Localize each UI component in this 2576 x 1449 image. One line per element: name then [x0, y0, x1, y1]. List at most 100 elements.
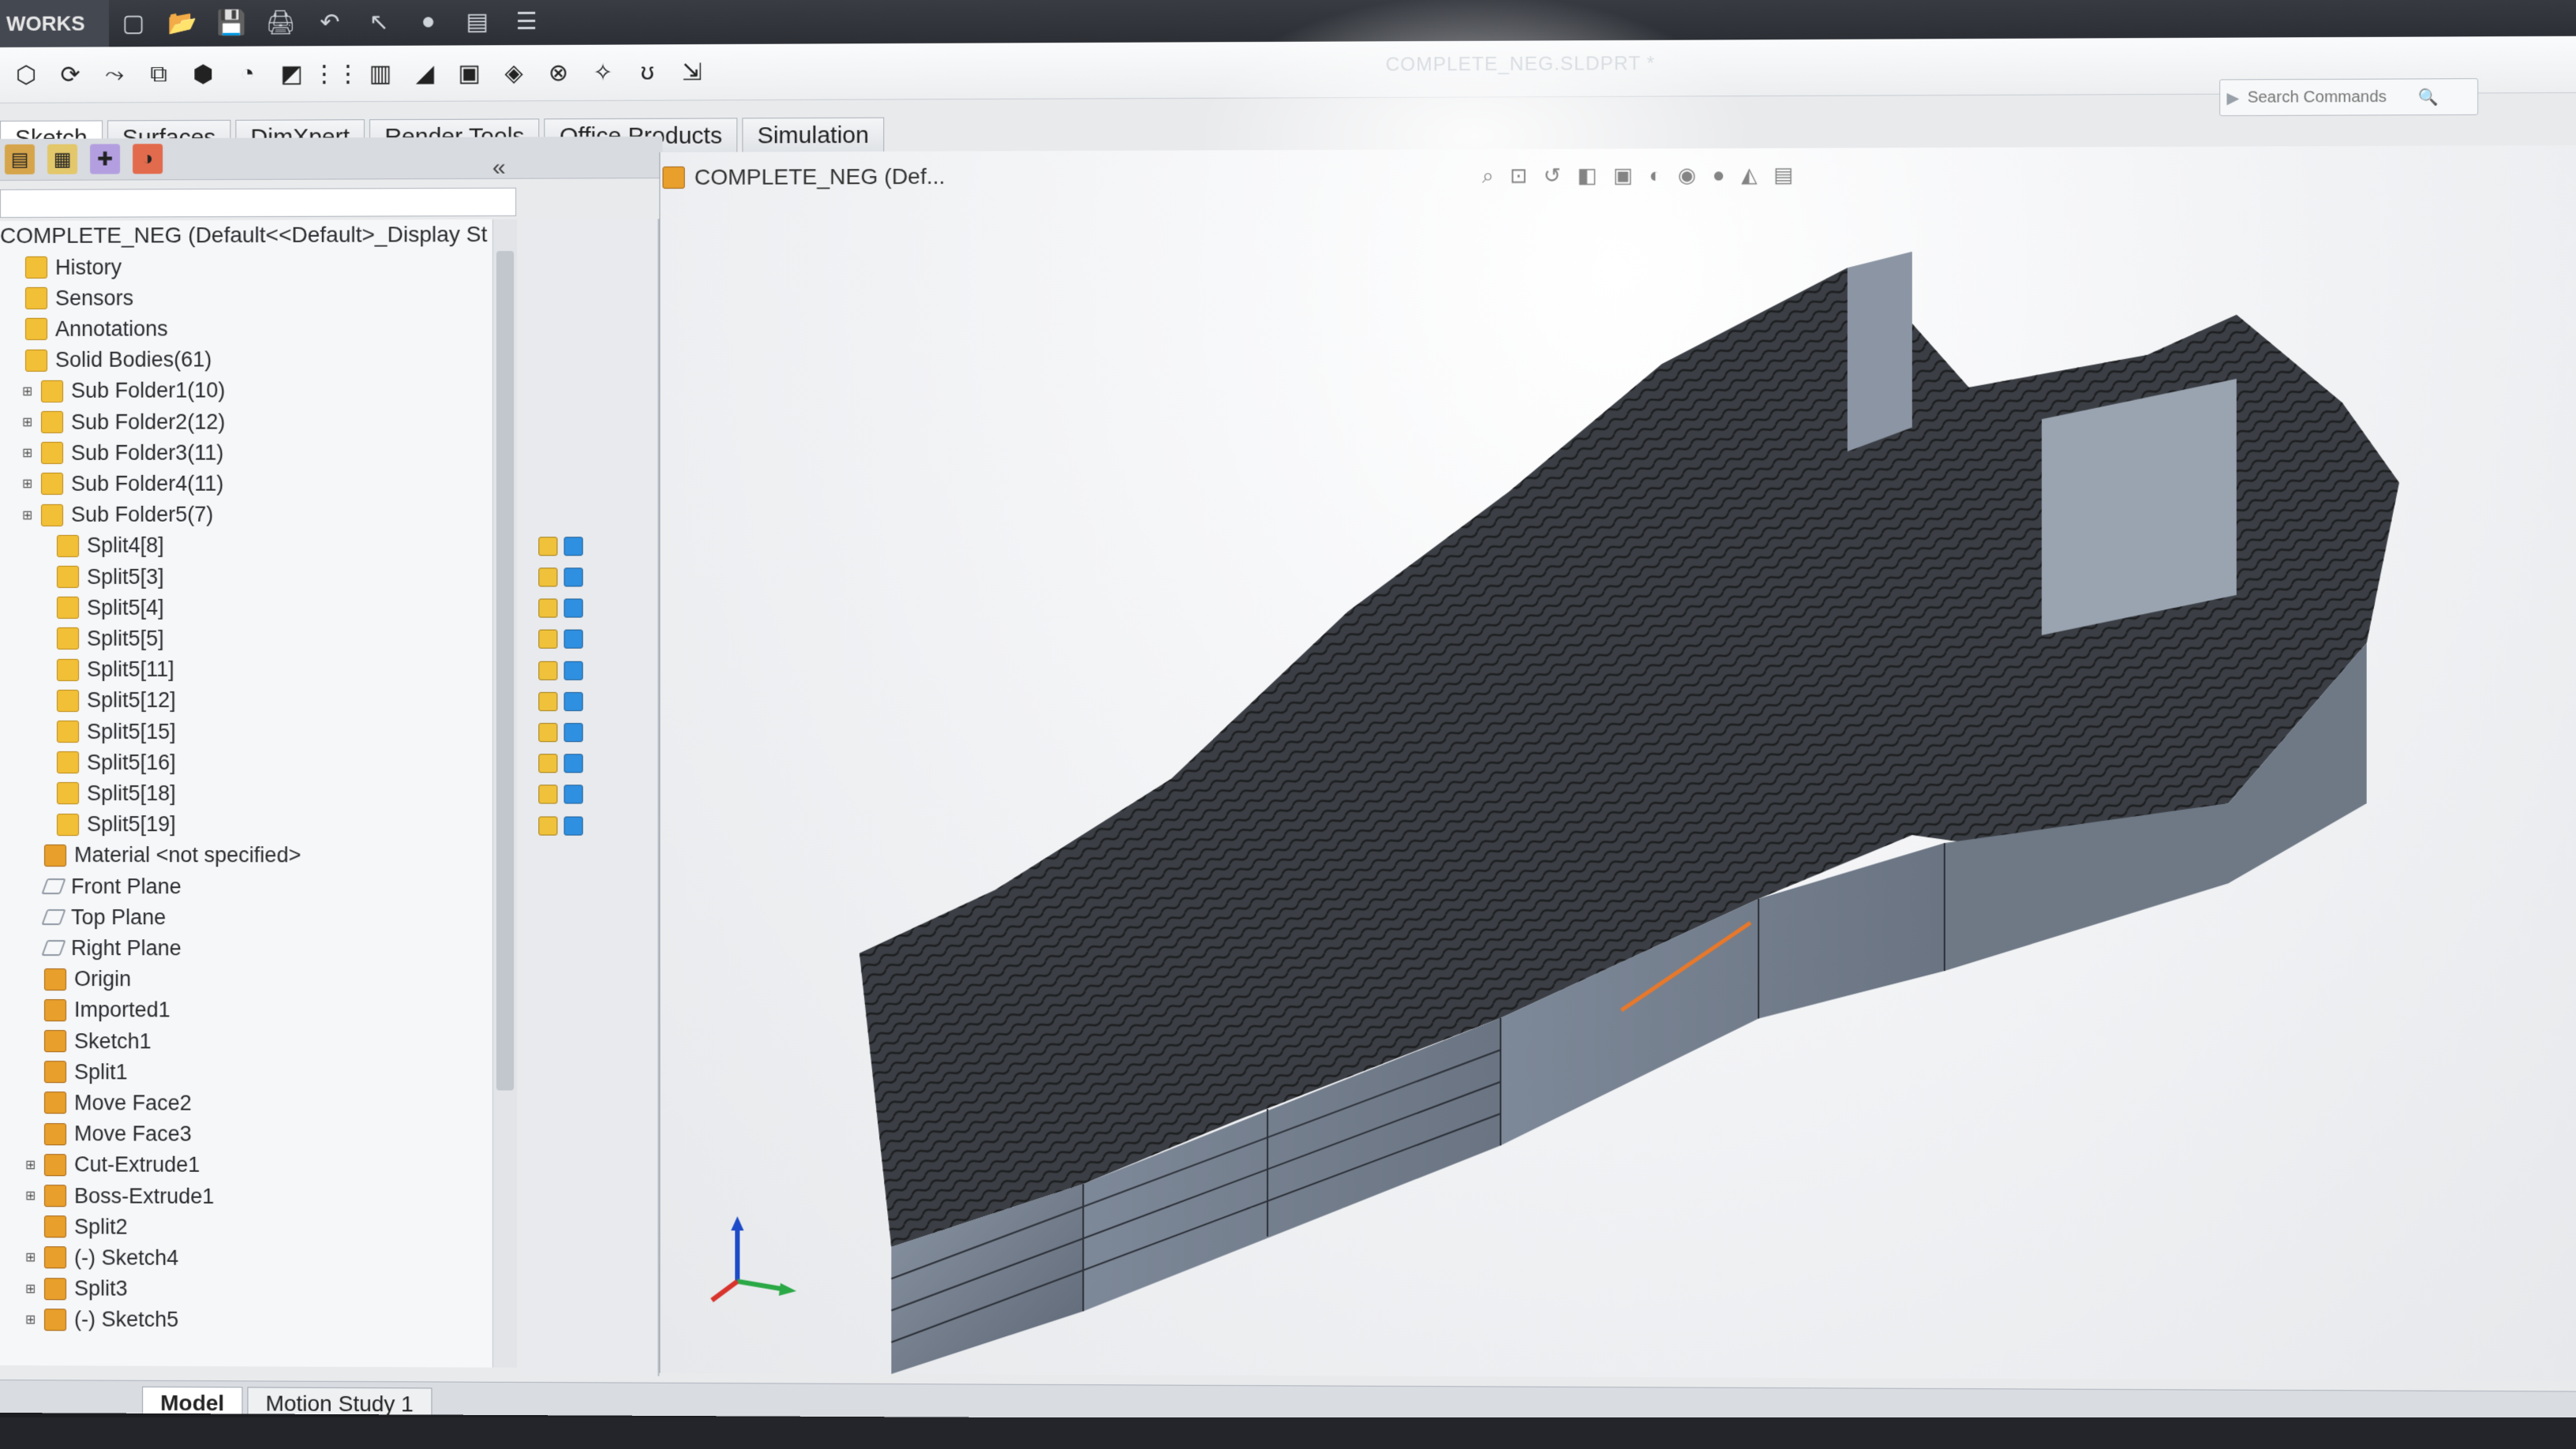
- undo-icon[interactable]: ↶: [312, 4, 348, 40]
- tree-item[interactable]: Imported1: [25, 995, 170, 1025]
- tree-item[interactable]: Split5[19]: [38, 810, 176, 840]
- tree-item[interactable]: Annotations: [6, 314, 168, 345]
- show-body-icon[interactable]: [538, 630, 558, 650]
- expand-toggle-icon[interactable]: ⊞: [22, 414, 33, 430]
- configuration-manager-icon[interactable]: ✚: [90, 144, 121, 174]
- tree-item[interactable]: Split5[3]: [38, 562, 164, 592]
- show-body-icon[interactable]: [538, 754, 558, 773]
- loft-icon[interactable]: ⧉: [140, 56, 177, 92]
- body-appearance-icon[interactable]: [564, 784, 583, 804]
- tree-item[interactable]: Split2: [25, 1211, 128, 1241]
- hide-show-icon[interactable]: ◉: [1678, 163, 1696, 188]
- property-manager-icon[interactable]: ▦: [47, 144, 78, 174]
- display-style-icon[interactable]: ◐: [1649, 163, 1661, 188]
- tree-item[interactable]: Solid Bodies(61): [6, 345, 212, 376]
- tree-item[interactable]: ⊞ Sub Folder4(11): [22, 469, 223, 499]
- new-file-icon[interactable]: ▢: [115, 5, 152, 41]
- print-icon[interactable]: 🖨: [263, 4, 299, 40]
- tree-item[interactable]: ⊞ Sub Folder1(10): [22, 376, 225, 406]
- tree-item[interactable]: Sketch1: [25, 1026, 152, 1056]
- tree-item[interactable]: ⊞ Cut-Extrude1: [25, 1150, 200, 1181]
- appearance-icon[interactable]: ●: [1713, 163, 1725, 188]
- tree-item[interactable]: History: [6, 253, 122, 283]
- tree-item[interactable]: Origin: [25, 964, 131, 994]
- options-icon[interactable]: ▤: [459, 3, 496, 39]
- show-body-icon[interactable]: [538, 723, 558, 743]
- body-appearance-icon[interactable]: [564, 723, 583, 743]
- body-appearance-icon[interactable]: [564, 536, 583, 556]
- body-appearance-icon[interactable]: [564, 691, 583, 711]
- tree-item[interactable]: ⊞ Boss-Extrude1: [25, 1181, 214, 1211]
- open-folder-icon[interactable]: 📂: [164, 5, 200, 41]
- sweep-icon[interactable]: ⤳: [96, 56, 133, 92]
- view-settings-icon[interactable]: ▤: [1773, 163, 1793, 188]
- previous-view-icon[interactable]: ↺: [1544, 163, 1561, 189]
- reference-geometry-icon[interactable]: ✧: [585, 54, 621, 91]
- draft-icon[interactable]: ◢: [406, 55, 443, 92]
- tree-item[interactable]: Top Plane: [25, 902, 166, 932]
- body-appearance-icon[interactable]: [564, 816, 583, 836]
- expand-toggle-icon[interactable]: ⊞: [25, 1312, 36, 1327]
- select-cursor-icon[interactable]: ↖: [361, 4, 397, 40]
- boundary-icon[interactable]: ⬢: [185, 56, 221, 92]
- body-appearance-icon[interactable]: [564, 598, 583, 618]
- feature-manager-icon[interactable]: ▤: [4, 144, 36, 174]
- expand-toggle-icon[interactable]: ⊞: [22, 384, 33, 399]
- tree-item[interactable]: Split5[11]: [38, 655, 174, 685]
- linear-pattern-icon[interactable]: ⋮⋮: [313, 55, 360, 92]
- expand-toggle-icon[interactable]: ⊞: [25, 1281, 36, 1297]
- tree-item[interactable]: Split5[12]: [38, 686, 176, 716]
- body-appearance-icon[interactable]: [564, 567, 583, 587]
- tree-item[interactable]: ⊞ Split3: [25, 1274, 128, 1305]
- tree-filter-input[interactable]: [0, 187, 517, 218]
- revolve-icon[interactable]: ⟳: [52, 57, 88, 93]
- collapse-pane-icon[interactable]: «: [492, 155, 506, 182]
- expand-toggle-icon[interactable]: ⊞: [25, 1250, 36, 1266]
- section-view-icon[interactable]: ◧: [1577, 163, 1597, 189]
- tree-root[interactable]: COMPLETE_NEG (Default<<Default>_Display …: [0, 219, 487, 251]
- show-body-icon[interactable]: [538, 598, 558, 618]
- show-body-icon[interactable]: [538, 691, 558, 711]
- expand-toggle-icon[interactable]: ⊞: [22, 507, 33, 523]
- tree-item[interactable]: Split5[18]: [38, 778, 176, 808]
- tree-item[interactable]: Move Face2: [25, 1088, 192, 1118]
- tree-item[interactable]: Split5[16]: [38, 747, 176, 777]
- search-commands-input[interactable]: [2245, 87, 2412, 108]
- instant3d-icon[interactable]: ⇲: [674, 54, 710, 90]
- tab-model[interactable]: Model: [142, 1386, 243, 1420]
- tree-item[interactable]: Front Plane: [25, 871, 182, 901]
- show-body-icon[interactable]: [538, 784, 558, 804]
- rib-icon[interactable]: ▥: [362, 55, 399, 92]
- expand-toggle-icon[interactable]: ⊞: [25, 1188, 36, 1204]
- file-properties-icon[interactable]: ☰: [508, 3, 545, 39]
- zoom-area-icon[interactable]: ⊡: [1510, 163, 1527, 189]
- tree-item[interactable]: Move Face3: [25, 1119, 192, 1150]
- graphics-area[interactable]: [659, 145, 2576, 1382]
- show-body-icon[interactable]: [538, 537, 558, 556]
- tree-scrollbar[interactable]: [492, 219, 518, 1368]
- tree-item[interactable]: ⊞ Sub Folder3(11): [22, 438, 223, 468]
- tree-item[interactable]: Material <not specified>: [25, 841, 301, 871]
- tree-scrollbar-thumb[interactable]: [496, 251, 515, 1091]
- tree-item[interactable]: ⊞ Sub Folder2(12): [22, 406, 225, 437]
- fillet-icon[interactable]: ◔: [229, 56, 265, 92]
- tree-item[interactable]: Split5[5]: [38, 623, 164, 653]
- shell-icon[interactable]: ▣: [451, 54, 488, 91]
- tab-simulation[interactable]: Simulation: [742, 117, 885, 154]
- tree-item[interactable]: Split4[8]: [38, 531, 164, 561]
- extrude-icon[interactable]: ⬡: [8, 57, 44, 93]
- show-body-icon[interactable]: [538, 567, 558, 587]
- zoom-to-fit-icon[interactable]: ⌕: [1482, 163, 1494, 189]
- chamfer-icon[interactable]: ◩: [274, 55, 310, 92]
- show-body-icon[interactable]: [538, 661, 558, 680]
- search-icon[interactable]: 🔍: [2418, 87, 2439, 107]
- scene-icon[interactable]: ◭: [1741, 163, 1757, 188]
- intersect-icon[interactable]: ⊗: [540, 54, 576, 91]
- tree-item[interactable]: Split5[15]: [38, 717, 176, 747]
- view-orientation-icon[interactable]: ▣: [1613, 163, 1633, 189]
- curves-icon[interactable]: ʊ: [629, 54, 665, 90]
- search-commands-box[interactable]: ▶ 🔍: [2219, 78, 2479, 117]
- tree-item[interactable]: ⊞ (-) Sketch4: [25, 1243, 178, 1274]
- display-manager-icon[interactable]: ◑: [133, 144, 163, 174]
- body-appearance-icon[interactable]: [564, 661, 583, 680]
